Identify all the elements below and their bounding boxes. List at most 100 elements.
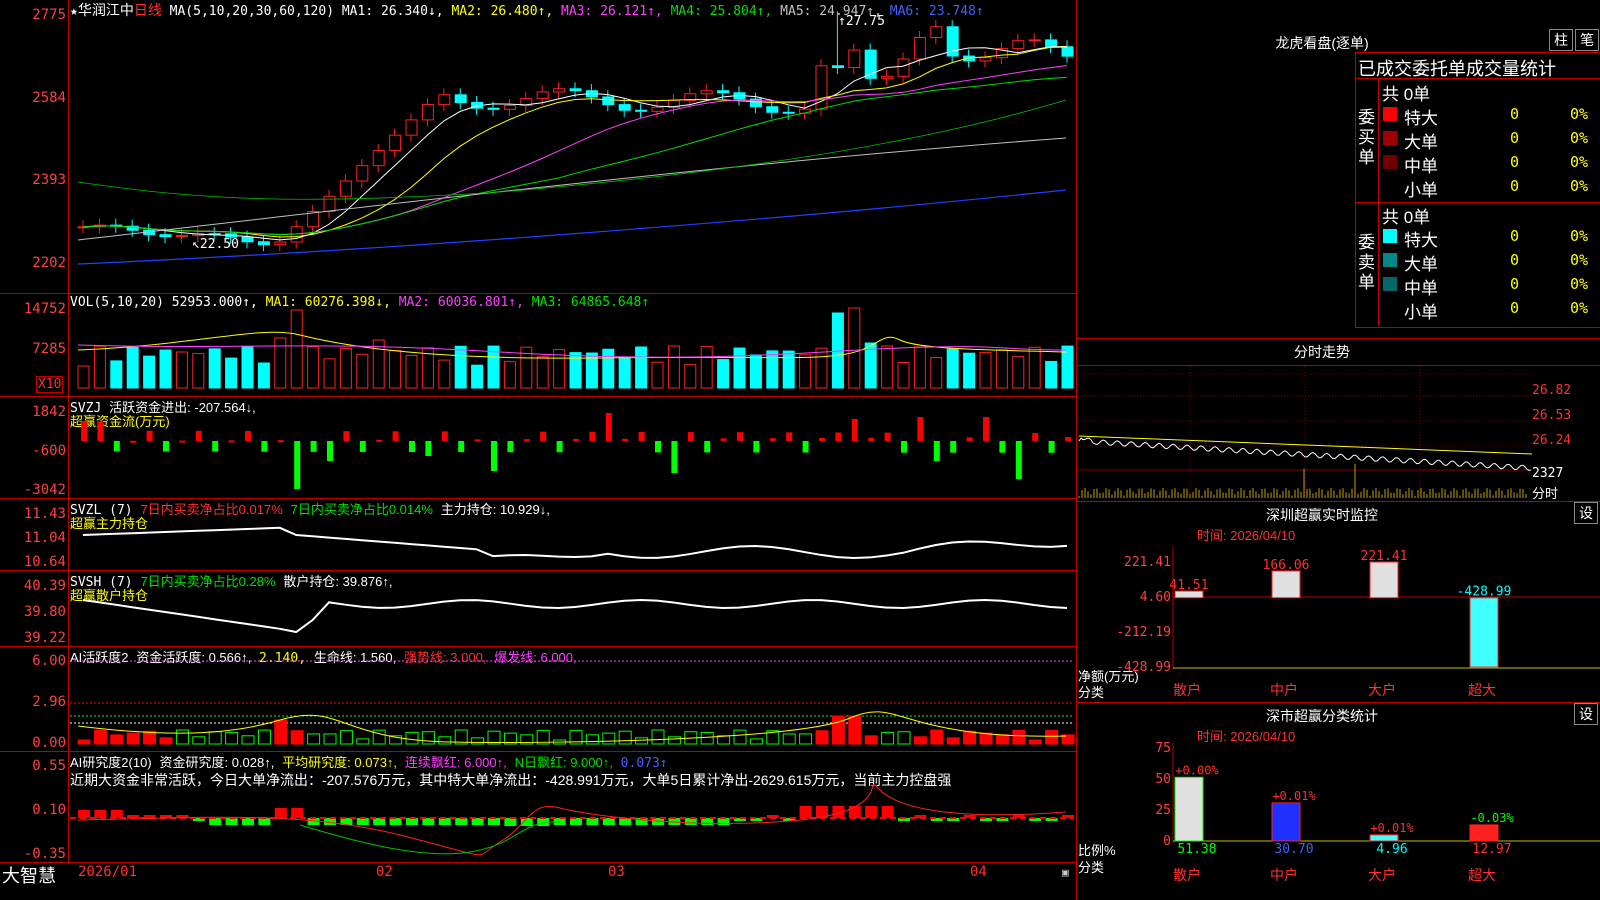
activity-bar — [159, 737, 173, 745]
candle-body — [635, 109, 648, 112]
activity-bar — [225, 731, 239, 745]
activity-bar — [421, 731, 435, 745]
volume-bar — [143, 355, 156, 389]
color-swatch — [1383, 277, 1397, 291]
y-tick-label: 221.41 — [1124, 555, 1171, 570]
longhu-panel: 龙虎看盘(逐单) 柱 笔 已成交委托单成交量统计 委买单 委卖单 共 0单 共 … — [1077, 0, 1600, 339]
fund-flow-bar — [507, 441, 514, 453]
xaxis-label: 2026/01 — [78, 864, 138, 880]
research-bar — [438, 818, 451, 825]
kline-chart[interactable] — [0, 0, 1076, 862]
tick-view-button[interactable]: 笔 — [1575, 29, 1599, 51]
fund-flow-bar — [523, 439, 530, 442]
bottom-divider — [0, 862, 1076, 863]
candle-body — [405, 119, 418, 136]
candle-body — [897, 58, 910, 77]
volume-bar — [667, 345, 680, 389]
order-type-label: 中单 — [1404, 279, 1438, 298]
y-tick-label: 25 — [1155, 803, 1171, 818]
research-bar — [110, 810, 123, 818]
activity-bar — [192, 736, 206, 745]
research-bar — [406, 818, 418, 825]
volume-bar — [77, 365, 90, 389]
activity-bar — [995, 734, 1009, 745]
candle-body — [257, 241, 270, 246]
research-bar — [242, 818, 254, 825]
bar-view-button[interactable]: 柱 — [1549, 29, 1573, 51]
candle-body — [602, 96, 615, 106]
sz-monitor-chart: 221.41 4.60 -212.19 -428.99 41.51 散户 166.06 中户 2… — [1116, 547, 1600, 698]
lock-icon[interactable]: ▣ — [1062, 866, 1069, 879]
bar-value-label: 221.41 — [1361, 549, 1408, 564]
volume-bar — [93, 345, 106, 389]
volume-bar — [782, 350, 795, 389]
fund-flow-bar — [130, 440, 137, 443]
ratio-bar — [1469, 824, 1499, 842]
order-type-label: 小单 — [1404, 181, 1438, 200]
fund-flow-bar — [622, 438, 629, 441]
fund-flow-bar — [425, 441, 432, 456]
order-count: 0 — [1510, 275, 1520, 293]
research-bar — [389, 818, 402, 825]
candle-body — [323, 195, 336, 213]
fund-flow-bar — [310, 441, 317, 452]
fund-flow-bar — [573, 438, 579, 441]
bar-value-label: 166.06 — [1263, 558, 1310, 573]
candle-body — [881, 75, 894, 79]
order-count: 0 — [1510, 251, 1520, 269]
volume-bar — [471, 364, 484, 389]
research-bar — [225, 818, 238, 825]
volume-bar — [438, 359, 451, 389]
research-bar — [881, 806, 894, 818]
activity-bar — [1045, 729, 1059, 745]
fund-flow-bar — [851, 419, 858, 441]
candle-body — [553, 88, 566, 93]
candle-body — [700, 90, 713, 95]
ma60-line — [77, 137, 1067, 241]
candle-body — [438, 94, 451, 106]
activity-bar — [290, 730, 304, 745]
volume-bar — [1028, 346, 1041, 389]
candle-body — [339, 180, 352, 197]
fund-flow-bar — [753, 441, 760, 453]
research-bar — [586, 818, 599, 825]
fenshi-vol-sublabel: 分时 — [1532, 486, 1559, 501]
candle-body — [389, 134, 402, 151]
xaxis-label: 04 — [970, 864, 987, 880]
activity-bar — [241, 735, 255, 745]
volume-bar — [815, 347, 828, 389]
research-bar — [865, 806, 878, 818]
fund-flow-bar — [671, 441, 678, 473]
order-count: 0 — [1510, 299, 1520, 317]
fund-flow-bar — [343, 431, 350, 441]
candle-body — [503, 105, 516, 110]
sell-side-label: 委卖单 — [1358, 233, 1375, 292]
main-chart-area[interactable]: 2775 2584 2393 2202 ★华润江中日线 MA(5,10,20,3… — [0, 0, 1077, 900]
fund-flow-bar — [966, 437, 973, 441]
research-bar — [422, 818, 435, 825]
activity-bar — [864, 735, 878, 745]
volume-bar — [963, 352, 976, 389]
fund-flow-bar — [638, 431, 645, 441]
color-swatch — [1383, 107, 1397, 121]
volume-bar — [126, 346, 139, 389]
candle-body — [487, 107, 500, 110]
sz-class-chart: 75 50 25 0 +0.00% 51.38 散户 +0.01% 30.70 中户 +0.01% 4… — [1155, 741, 1600, 883]
fenshi-chart[interactable] — [1077, 366, 1600, 501]
volume-bar — [635, 346, 648, 389]
research-line — [299, 821, 561, 855]
y-tick-label: -428.99 — [1116, 660, 1171, 675]
fenshi-panel[interactable]: 分时走势 26.82 26.53 26.24 2327 分时 — [1077, 339, 1600, 502]
fund-flow-bar — [261, 441, 268, 452]
order-row: 特大 0 0% — [1380, 104, 1600, 128]
candle-body — [241, 236, 254, 243]
volume-bar — [684, 364, 697, 389]
y-tick-label: 0 — [1163, 834, 1171, 849]
candle-body — [782, 111, 795, 114]
volume-bar — [110, 360, 123, 389]
research-bar — [209, 818, 222, 825]
longhu-header-divider — [1355, 78, 1600, 79]
ma120-line — [77, 189, 1067, 265]
volume-bar — [356, 353, 369, 389]
candle-body — [766, 106, 779, 113]
